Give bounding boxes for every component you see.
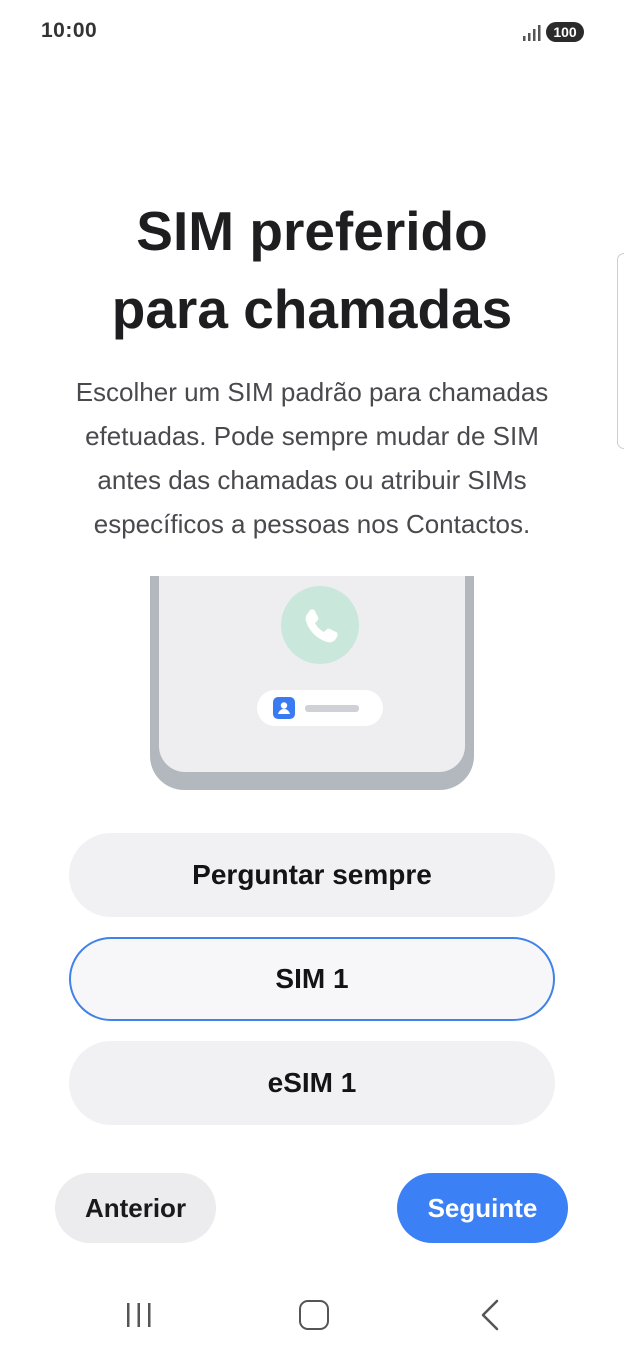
phone-illustration (150, 576, 474, 790)
navigation-bar (0, 1284, 624, 1344)
previous-button[interactable]: Anterior (55, 1173, 216, 1243)
option-ask-always[interactable]: Perguntar sempre (69, 833, 555, 917)
status-time: 10:00 (41, 19, 98, 42)
option-sim-1[interactable]: SIM 1 (69, 937, 555, 1021)
phone-call-icon (281, 586, 359, 664)
page-title-line-2: para chamadas (111, 278, 513, 340)
page-title: SIM preferido para chamadas (0, 192, 624, 348)
contact-name-placeholder (305, 705, 359, 712)
description-text: Escolher um SIM padrão para chamadas efe… (75, 377, 549, 539)
battery-icon: 100 (546, 22, 584, 42)
phone-screen (159, 576, 465, 772)
status-bar: 10:00 100 (0, 0, 624, 64)
next-button[interactable]: Seguinte (397, 1173, 568, 1243)
back-icon[interactable] (478, 1298, 502, 1332)
recents-icon[interactable] (124, 1300, 154, 1330)
contact-icon (273, 697, 295, 719)
home-icon[interactable] (299, 1300, 329, 1330)
option-esim-1[interactable]: eSIM 1 (69, 1041, 555, 1125)
contact-chip (257, 690, 383, 726)
page-title-line-1: SIM preferido (136, 200, 488, 262)
signal-icon (523, 25, 541, 41)
